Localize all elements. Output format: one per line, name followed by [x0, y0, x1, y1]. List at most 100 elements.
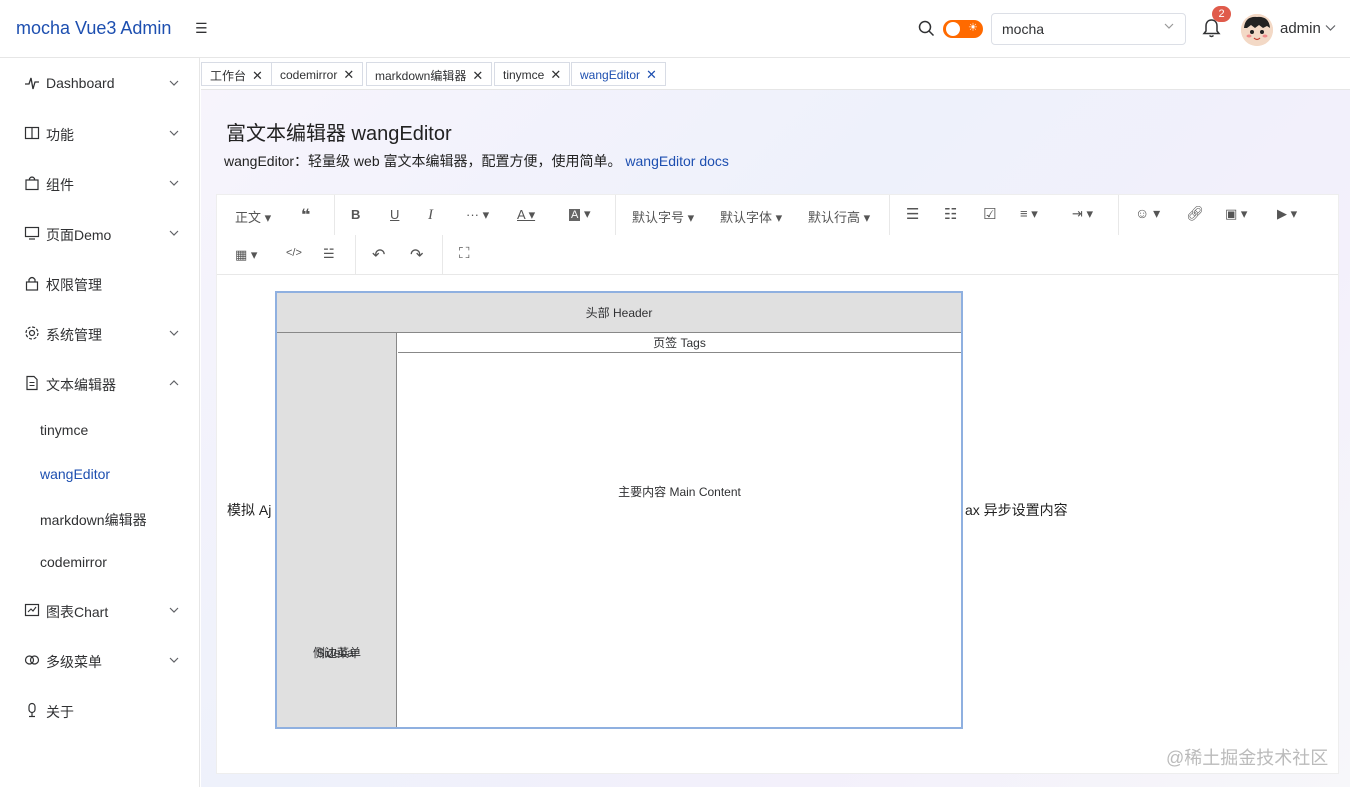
bold-icon[interactable]: B	[351, 207, 360, 222]
sidebar-item-page-demo[interactable]: 页面Demo	[0, 208, 200, 258]
sidebar-item-permissions[interactable]: 权限管理	[0, 258, 200, 308]
sidebar-item-about[interactable]: 关于	[0, 685, 200, 735]
sidebar-item-label: 系统管理	[46, 327, 102, 343]
close-icon[interactable]: ✕	[472, 68, 483, 83]
sidebar-item-label: 功能	[46, 127, 74, 143]
tag-workbench[interactable]: 工作台 ✕	[201, 62, 272, 86]
emoji-icon[interactable]: ☺ ▾	[1135, 205, 1160, 222]
close-icon[interactable]: ✕	[252, 68, 263, 83]
layout-sidebar-label-line2: Sidebar	[316, 646, 358, 660]
username[interactable]: admin	[1280, 20, 1321, 37]
sidebar-item-label: 文本编辑器	[46, 377, 116, 393]
font-color-icon[interactable]: A ▾	[517, 207, 535, 223]
font-family-select[interactable]: 默认字体 ▾	[720, 207, 782, 226]
chevron-down-icon	[169, 607, 179, 613]
editor-text-left: 模拟 Aj	[227, 502, 272, 518]
sidebar-subitem-tinymce[interactable]: tinymce	[0, 408, 200, 452]
chevron-down-icon	[169, 180, 179, 186]
avatar[interactable]	[1241, 14, 1273, 46]
link-icon[interactable]: 🔗︎	[1186, 205, 1204, 222]
underline-icon[interactable]: U	[390, 207, 399, 222]
divider-icon[interactable]: ☱	[323, 246, 335, 262]
menu-collapse-icon[interactable]: ☰	[195, 20, 208, 37]
close-icon[interactable]: ✕	[343, 67, 354, 82]
chevron-down-icon	[169, 657, 179, 663]
italic-icon[interactable]: I	[428, 207, 433, 224]
fullscreen-icon[interactable]: ⛶	[459, 245, 470, 262]
chevron-down-icon	[169, 330, 179, 336]
redo-icon[interactable]: ↷	[410, 245, 423, 265]
tag-wangeditor[interactable]: wangEditor ✕	[571, 62, 666, 86]
layout-sidebar-block: 侧边菜单 Sidebar	[277, 333, 397, 727]
avatar-image	[1241, 14, 1273, 46]
heading-select[interactable]: 正文 ▾	[235, 207, 271, 226]
lock-icon	[25, 276, 39, 291]
todo-checkbox-icon[interactable]: ☑	[983, 205, 996, 223]
tag-markdown[interactable]: markdown编辑器 ✕	[366, 62, 493, 86]
justify-icon[interactable]: ≡ ▾	[1020, 206, 1038, 222]
sidebar-item-multilevel-menu[interactable]: 多级菜单	[0, 635, 200, 685]
sidebar-item-system[interactable]: 系统管理	[0, 308, 200, 358]
chevron-down-icon	[169, 130, 179, 136]
tag-tinymce[interactable]: tinymce ✕	[494, 62, 571, 86]
code-block-icon[interactable]: </>	[286, 247, 302, 259]
toggle-knob	[946, 22, 960, 36]
sidebar-item-dashboard[interactable]: Dashboard	[0, 58, 200, 108]
chevron-up-icon	[169, 380, 179, 386]
tag-label: wangEditor	[580, 68, 641, 82]
editor-content-area[interactable]: 模拟 Aj 头部 Header 侧边菜单 Sidebar 页签 Tags 主要内容…	[217, 275, 1338, 773]
tags-bar: 工作台 ✕ codemirror ✕ markdown编辑器 ✕ tinymce ✕ w…	[201, 59, 1350, 90]
layout-tags-block: 页签 Tags	[398, 334, 961, 353]
sidebar-subitem-wangeditor[interactable]: wangEditor	[0, 452, 200, 496]
toolbar-divider	[355, 235, 356, 275]
toolbar-divider	[334, 195, 335, 235]
toolbar-divider	[889, 195, 890, 235]
video-icon[interactable]: ▶ ▾	[1277, 206, 1297, 222]
line-height-select[interactable]: 默认行高 ▾	[808, 207, 870, 226]
watermark: @稀土掘金技术社区	[1166, 748, 1329, 768]
tag-codemirror[interactable]: codemirror ✕	[271, 62, 364, 86]
sidebar-subitem-markdown[interactable]: markdown编辑器	[0, 496, 200, 540]
sidebar-subitem-label: markdown编辑器	[40, 512, 147, 528]
toolbar-divider	[615, 195, 616, 235]
search-icon[interactable]	[918, 20, 935, 37]
background-color-icon[interactable]: A ▾	[569, 206, 590, 222]
brand-title[interactable]: mocha Vue3 Admin	[16, 18, 171, 39]
layout-main-label: 主要内容 Main Content	[618, 485, 741, 499]
chevron-down-icon	[1164, 23, 1174, 29]
sun-icon: ☀	[968, 22, 978, 34]
docs-link[interactable]: wangEditor docs	[625, 153, 729, 169]
sidebar-item-components[interactable]: 组件	[0, 158, 200, 208]
more-styles-icon[interactable]: ··· ▾	[466, 207, 489, 223]
blockquote-icon[interactable]: ❝	[301, 205, 310, 225]
sidebar-item-text-editor[interactable]: 文本编辑器	[0, 358, 200, 408]
document-icon	[26, 375, 38, 391]
sidebar-item-chart[interactable]: 图表Chart	[0, 585, 200, 635]
chevron-down-icon[interactable]	[1325, 22, 1336, 33]
undo-icon[interactable]: ↶	[372, 245, 385, 265]
bulleted-list-icon[interactable]: ☰	[906, 205, 919, 223]
numbered-list-icon[interactable]: ☷	[944, 205, 957, 223]
font-size-select[interactable]: 默认字号 ▾	[632, 207, 694, 226]
close-icon[interactable]: ✕	[646, 67, 657, 82]
layout-diagram-image[interactable]: 头部 Header 侧边菜单 Sidebar 页签 Tags 主要内容 Main …	[275, 291, 963, 729]
table-icon[interactable]: ▦ ▾	[235, 247, 257, 263]
sidebar-item-label: Dashboard	[46, 75, 115, 91]
sidebar-subitem-label: wangEditor	[40, 466, 111, 482]
theme-toggle[interactable]: ☀	[943, 20, 983, 38]
image-icon[interactable]: ▣ ▾	[1225, 206, 1247, 222]
close-icon[interactable]: ✕	[550, 67, 561, 82]
toolbar-divider	[1118, 195, 1119, 235]
tag-label: codemirror	[280, 68, 338, 82]
sidebar-item-label: 权限管理	[46, 277, 102, 293]
indent-icon[interactable]: ⇥ ▾	[1072, 206, 1093, 222]
sidebar-subitem-codemirror[interactable]: codemirror	[0, 540, 200, 584]
sidebar-item-features[interactable]: 功能	[0, 108, 200, 158]
sidebar-item-label: 图表Chart	[46, 604, 109, 620]
rich-text-editor: 正文 ▾ ❝ B U I ··· ▾ A ▾ A ▾ 默认字号 ▾ 默认字体 ▾…	[216, 194, 1339, 774]
sidebar-item-label: 组件	[46, 177, 74, 193]
page-description: wangEditor：轻量级 web 富文本编辑器，配置方便，使用简单。 wan…	[224, 151, 729, 171]
tag-label: tinymce	[503, 68, 545, 82]
sidebar-subitem-label: tinymce	[40, 422, 89, 438]
project-select[interactable]: mocha	[991, 13, 1186, 45]
